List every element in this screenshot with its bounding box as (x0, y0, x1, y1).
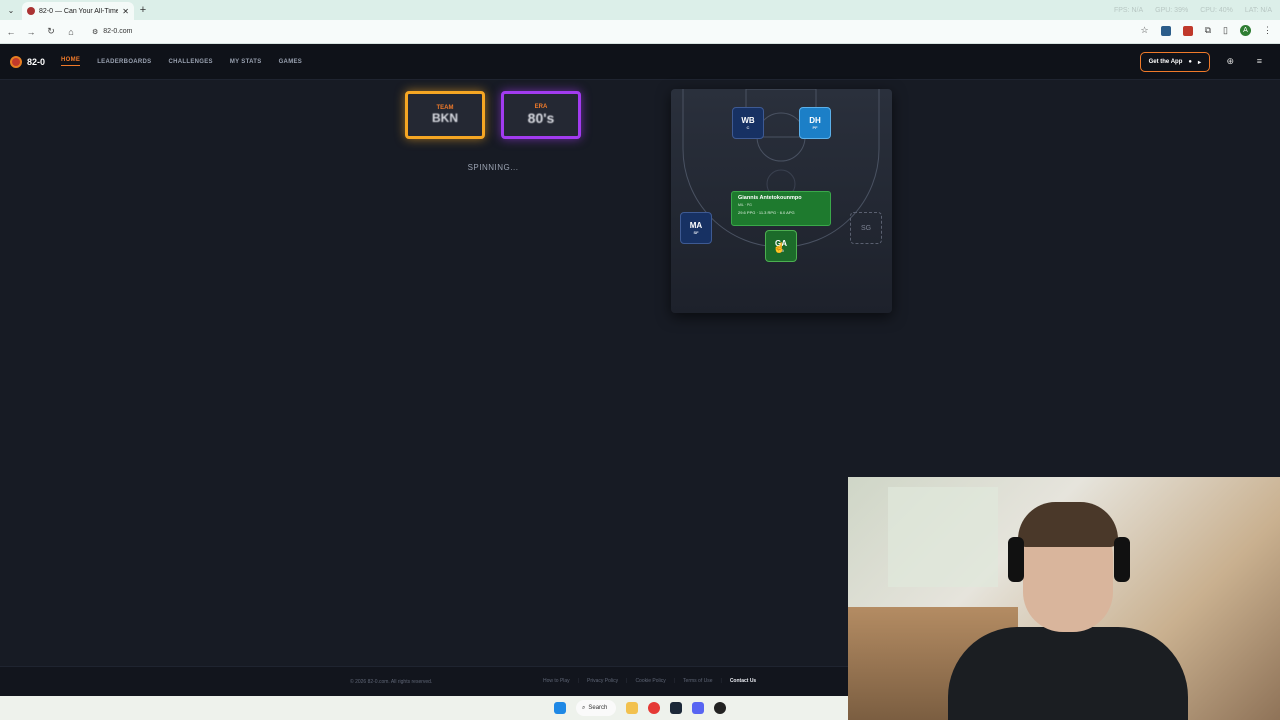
steam-icon[interactable] (670, 702, 682, 714)
browser-tab-bar: ⌄ 82-0 — Can Your All-Time ✕ + FPS: N/A … (0, 0, 1280, 20)
taskbar-search[interactable]: ⌕ Search (576, 700, 616, 716)
apple-icon: ● (1188, 59, 1192, 65)
spinning-status: SPINNING... (467, 163, 519, 172)
basketball-logo-icon (10, 55, 22, 68)
nav-my-stats[interactable]: MY STATS (230, 59, 262, 65)
bookmark-star-icon[interactable]: ☆ (1141, 25, 1149, 36)
player-initials: WB (741, 116, 755, 125)
system-stats: FPS: N/A GPU: 39% CPU: 40% LAT: N/A (1114, 0, 1272, 20)
site-info-icon[interactable]: ⚙ (92, 28, 98, 36)
hamburger-menu-icon[interactable]: ≡ (1257, 56, 1262, 66)
era-spin-card: ERA 80's (501, 91, 581, 139)
cpu-stat: CPU: 40% (1200, 6, 1233, 14)
player-initials: MA (689, 221, 703, 230)
search-label: Search (588, 705, 608, 711)
url-field[interactable]: ⚙ 82-0.com (92, 28, 132, 36)
footer-link-privacy[interactable]: Privacy Policy (587, 678, 618, 684)
sidepanel-icon[interactable]: ▯ (1223, 25, 1228, 36)
position-slot-pf[interactable]: DH PF (799, 107, 831, 139)
extensions-puzzle-icon[interactable]: ⧉ (1205, 25, 1211, 36)
era-value: 80's (527, 110, 555, 126)
headset-right-icon (1114, 537, 1130, 582)
footer-link-contact[interactable]: Contact Us (730, 678, 756, 684)
streamer-hair (1018, 502, 1118, 547)
position-slot-sg-empty[interactable]: SG (850, 212, 882, 244)
tab-close-icon[interactable]: ✕ (122, 7, 129, 16)
footer-link-cookie[interactable]: Cookie Policy (635, 678, 665, 684)
team-spin-card: TEAM BKN (405, 91, 485, 139)
browser-toolbar-right: ☆ ⧉ ▯ A ⋮ (1141, 25, 1272, 36)
position-slot-sf[interactable]: MA SF (680, 212, 712, 244)
copyright-text: © 2026 82-0.com. All rights reserved. (350, 679, 433, 685)
nav-games[interactable]: GAMES (279, 59, 303, 65)
position-label: SF (693, 230, 699, 235)
site-favicon-icon (27, 7, 35, 15)
streamer-shirt (948, 627, 1188, 720)
divider: | (673, 678, 676, 684)
lat-stat: LAT: N/A (1244, 6, 1272, 14)
player-initials: DH (809, 116, 821, 125)
divider: | (626, 678, 628, 684)
gpu-stat: GPU: 39% (1155, 6, 1189, 14)
hand-cursor-icon: ☝ (773, 243, 786, 254)
reload-icon[interactable]: ↻ (46, 26, 56, 37)
site-header: 82-0 HOME LEADERBOARDS CHALLENGES MY STA… (0, 44, 1280, 80)
nav-leaderboards[interactable]: LEADERBOARDS (97, 59, 151, 65)
player-team: MIL · PG (738, 203, 752, 207)
app-icon[interactable] (714, 702, 726, 714)
browser-tab[interactable]: 82-0 — Can Your All-Time ✕ (22, 2, 134, 20)
forward-icon[interactable]: → (26, 27, 36, 37)
discord-icon[interactable] (692, 702, 704, 714)
get-app-button[interactable]: Get the App ● ▸ (1139, 52, 1210, 72)
chrome-icon[interactable] (648, 702, 660, 714)
tab-title: 82-0 — Can Your All-Time (39, 7, 119, 15)
fps-stat: FPS: N/A (1113, 6, 1144, 14)
webcam-overlay (848, 477, 1280, 720)
url-text: 82-0.com (103, 28, 133, 35)
file-explorer-icon[interactable] (626, 702, 638, 714)
search-icon: ⌕ (582, 704, 586, 711)
globe-icon[interactable]: ⊕ (1226, 56, 1234, 67)
divider: | (577, 678, 579, 684)
logo-text: 82-0 (27, 56, 46, 67)
basketball-court: WB C DH PF Giannis Antetokounmpo MIL · P… (671, 89, 892, 313)
nav-home[interactable]: HOME (61, 57, 81, 66)
player-name: Giannis Antetokounmpo (738, 195, 802, 201)
player-tooltip-card: Giannis Antetokounmpo MIL · PG 29.6 PPG … (731, 191, 831, 226)
play-store-icon: ▸ (1197, 59, 1201, 66)
tab-menu-icon[interactable]: ⌄ (0, 0, 22, 20)
footer-link-how-to-play[interactable]: How to Play (543, 678, 570, 684)
windows-start-icon[interactable] (554, 702, 566, 714)
home-icon[interactable]: ⌂ (66, 27, 76, 37)
webcam-background-window (888, 487, 998, 587)
nav-challenges[interactable]: CHALLENGES (169, 59, 213, 65)
team-value: BKN (432, 111, 458, 125)
position-slot-c[interactable]: WB C (732, 107, 764, 139)
position-placeholder: SG (860, 224, 872, 232)
position-label: PF (812, 125, 818, 130)
extension-icon[interactable] (1182, 25, 1193, 36)
get-app-label: Get the App (1148, 59, 1183, 65)
extension-icon[interactable] (1160, 25, 1171, 36)
footer-links: How to Play | Privacy Policy | Cookie Po… (543, 678, 756, 684)
new-tab-button[interactable]: + (134, 4, 152, 16)
player-stats: 29.6 PPG · 11.3 RPG · 6.0 APG (738, 210, 795, 215)
browser-menu-icon[interactable]: ⋮ (1263, 25, 1272, 36)
divider: | (720, 678, 722, 684)
headset-left-icon (1008, 537, 1024, 582)
position-label: C (746, 125, 750, 130)
profile-avatar[interactable]: A (1240, 25, 1251, 36)
site-logo[interactable]: 82-0 (10, 55, 46, 68)
address-bar: ← → ↻ ⌂ ⚙ 82-0.com ☆ ⧉ ▯ A ⋮ (0, 20, 1280, 44)
footer-link-terms[interactable]: Terms of Use (683, 678, 712, 684)
back-icon[interactable]: ← (6, 27, 16, 37)
